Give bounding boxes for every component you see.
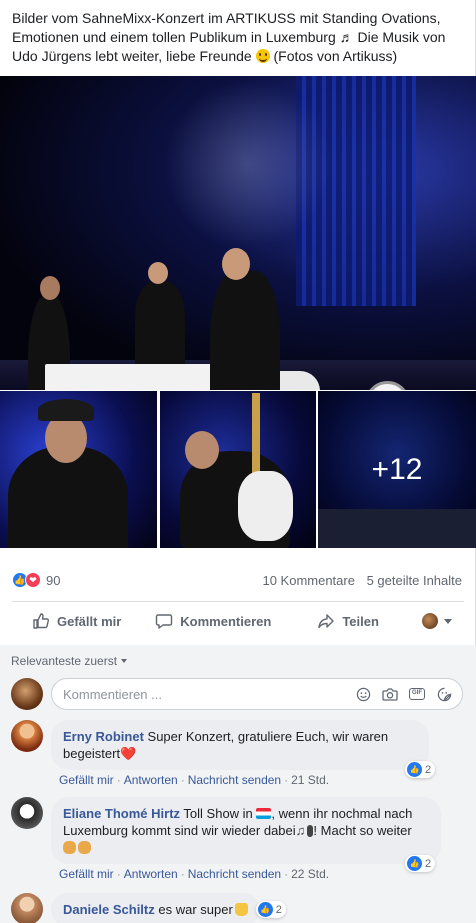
comment-like-link[interactable]: Gefällt mir [59, 867, 114, 881]
more-photos-overlay[interactable]: +12 [318, 391, 476, 548]
comment-author[interactable]: Erny Robinet [63, 729, 144, 744]
comment-button-label: Kommentieren [180, 613, 272, 629]
comment-bubble: Daniele Schiltz es war super [51, 893, 260, 923]
camera-icon[interactable] [382, 686, 398, 702]
gif-icon[interactable]: GIF [409, 686, 425, 702]
photo-main[interactable] [0, 76, 476, 390]
post-actions: Gefällt mir Kommentieren Teilen [12, 604, 464, 638]
chevron-down-icon [121, 659, 128, 663]
comment-meta: Gefällt mir · Antworten · Nachricht senden · 2… [59, 867, 330, 881]
comment-time[interactable]: 22 Std. [291, 867, 329, 881]
comment-input-placeholder: Kommentieren ... [63, 686, 162, 702]
photo-thumb-3[interactable]: +12 [318, 391, 476, 548]
post-text: Bilder vom SahneMixx-Konzert im ARTIKUSS… [12, 9, 462, 66]
clapping-hands-icon [78, 841, 91, 854]
comment-text-end: ! Macht so weiter [313, 823, 412, 838]
share-button[interactable]: Teilen [317, 612, 379, 630]
comment-message-link[interactable]: Nachricht senden [188, 867, 281, 881]
luxembourg-flag-icon [256, 808, 272, 819]
thumbs-up-emoji-icon [234, 903, 248, 916]
comment-like-badge[interactable]: 👍 2 [255, 901, 286, 918]
share-count-link[interactable]: 5 geteilte Inhalte [367, 573, 462, 588]
emoji-icon[interactable] [355, 686, 371, 702]
comment-reply-link[interactable]: Antworten [124, 773, 178, 787]
guitar-neck [252, 393, 260, 473]
comment-text: Toll Show in [183, 806, 253, 821]
post-as-selector[interactable] [422, 613, 452, 629]
avatar[interactable] [11, 893, 43, 923]
comment-text: es war super [158, 902, 233, 917]
comment-item: Erny Robinet Super Konzert, gratuliere E… [11, 720, 463, 787]
avatar[interactable] [11, 797, 43, 829]
comment-like-count: 2 [425, 763, 432, 776]
comment-item: Eliane Thomé Hirtz Toll Show in , wenn i… [11, 797, 463, 881]
facebook-post: Bilder vom SahneMixx-Konzert im ARTIKUSS… [0, 0, 476, 923]
clapping-hands-icon [63, 841, 76, 854]
music-notes-icon: ♫ [295, 823, 306, 838]
sticker-icon[interactable] [436, 686, 452, 702]
comment-time[interactable]: 21 Std. [291, 773, 329, 787]
guitarist-head [185, 431, 219, 469]
cap [38, 399, 94, 421]
post-text-suffix: (Fotos von Artikuss) [273, 48, 398, 64]
spotlight [0, 76, 476, 390]
comment-button[interactable]: Kommentieren [155, 612, 271, 630]
like-icon: 👍 [407, 856, 422, 871]
chevron-down-icon [444, 618, 452, 624]
red-heart-emoji-icon: ❤️ [120, 746, 137, 761]
comment-bubble: Eliane Thomé Hirtz Toll Show in , wenn i… [51, 797, 441, 864]
comments-section: Relevanteste zuerst Kommentieren ... GIF [0, 645, 476, 923]
electric-guitar [238, 471, 293, 541]
like-icon: 👍 [257, 902, 273, 917]
comment-bubble: Erny Robinet Super Konzert, gratuliere E… [51, 720, 429, 770]
composer-icons: GIF [344, 686, 452, 702]
divider-top [12, 601, 464, 602]
comment-author[interactable]: Eliane Thomé Hirtz [63, 806, 180, 821]
comment-like-badge[interactable]: 👍 2 [405, 855, 436, 872]
like-button[interactable]: Gefällt mir [32, 612, 121, 630]
reaction-stats: 10 Kommentare 5 geteilte Inhalte [262, 573, 462, 588]
comment-count-link[interactable]: 10 Kommentare [262, 573, 355, 588]
like-button-label: Gefällt mir [57, 613, 122, 629]
smile-emoji-icon [255, 49, 270, 63]
thumbs-up-icon [33, 613, 50, 629]
avatar[interactable] [11, 678, 43, 710]
share-arrow-icon [318, 614, 335, 629]
comment-reply-link[interactable]: Antworten [124, 867, 178, 881]
photo-thumb-2[interactable] [160, 391, 316, 548]
reaction-count[interactable]: 90 [46, 573, 60, 588]
comment-author[interactable]: Daniele Schiltz [63, 902, 155, 917]
love-reaction-icon[interactable]: ❤ [25, 572, 41, 588]
avatar[interactable] [11, 720, 43, 752]
comment-like-count: 2 [275, 903, 282, 916]
comment-sort-dropdown[interactable]: Relevanteste zuerst [11, 654, 128, 668]
comment-meta: Gefällt mir · Antworten · Nachricht senden · 2… [59, 773, 330, 787]
reactions-summary: 👍 ❤ 90 10 Kommentare 5 geteilte Inhalte [12, 570, 462, 590]
like-icon: 👍 [407, 762, 422, 777]
comment-sort-label: Relevanteste zuerst [11, 654, 118, 668]
share-button-label: Teilen [342, 613, 379, 629]
comment-bubble-icon [156, 614, 173, 629]
photo-thumb-1[interactable] [0, 391, 157, 548]
comment-input[interactable]: Kommentieren ... GIF [51, 678, 463, 710]
comment-message-link[interactable]: Nachricht senden [188, 773, 281, 787]
comment-like-link[interactable]: Gefällt mir [59, 773, 114, 787]
comment-item: Daniele Schiltz es war super 👍 2 [11, 893, 463, 923]
comment-composer: Kommentieren ... GIF [11, 677, 463, 711]
profile-avatar [422, 613, 438, 629]
comment-like-count: 2 [425, 857, 432, 870]
comment-like-badge[interactable]: 👍 2 [405, 761, 436, 778]
